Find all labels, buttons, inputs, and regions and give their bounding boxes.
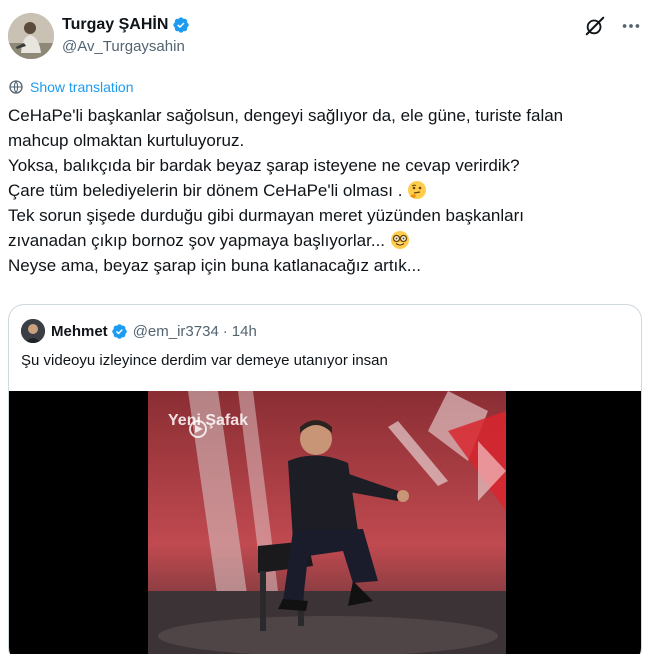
quoted-timestamp[interactable]: 14h (232, 323, 257, 340)
tweet-text: CeHaPe'li başkanlar sağolsun, dengeyi sa… (8, 103, 642, 278)
author-name[interactable]: Turgay ŞAHİN (62, 16, 168, 34)
tweet-line: mahcup olmaktan kurtuluyoruz. (8, 131, 245, 150)
tweet-header: Turgay ŞAHİN @Av_Turgaysahin (8, 13, 642, 63)
quoted-author-handle[interactable]: @em_ir3734 (133, 323, 219, 340)
video-thumbnail: Yeni Şafak (148, 391, 506, 654)
tweet-line: Çare tüm belediyelerin bir dönem CeHaPe'… (8, 178, 642, 203)
nerd-face-emoji (390, 231, 409, 249)
quoted-author-avatar[interactable] (21, 319, 45, 343)
author-avatar[interactable] (8, 13, 54, 59)
tweet-line: Yoksa, balıkçıda bir bardak beyaz şarap … (8, 156, 520, 175)
video-player[interactable]: Yeni Şafak (9, 391, 641, 654)
show-translation-label: Show translation (30, 79, 134, 95)
tweet-line-text: zıvanadan çıkıp bornoz şov yapmaya başlı… (8, 231, 386, 250)
thinking-face-emoji (408, 181, 427, 199)
show-translation-link[interactable]: Show translation (8, 79, 134, 95)
author-handle[interactable]: @Av_Turgaysahin (62, 38, 190, 55)
tweet-line: Neyse ama, beyaz şarap için buna katlana… (8, 256, 421, 275)
grok-icon[interactable] (584, 15, 606, 37)
quoted-text: Şu videoyu izleyince derdim var demeye u… (21, 352, 388, 369)
more-icon[interactable] (620, 15, 642, 37)
verified-badge-icon (173, 17, 190, 33)
quoted-author-name[interactable]: Mehmet (51, 323, 108, 340)
separator-dot: · (222, 322, 228, 340)
channel-logo-text: Yeni Şafak (168, 412, 248, 429)
quoted-tweet[interactable]: Mehmet @em_ir3734 · 14h Şu videoyu izley… (8, 304, 642, 654)
verified-badge-icon (111, 323, 127, 339)
tweet-line: Tek sorun şişede durduğu gibi durmayan m… (8, 206, 524, 225)
tweet-line: CeHaPe'li başkanlar sağolsun, dengeyi sa… (8, 106, 564, 125)
tweet-line-text: Çare tüm belediyelerin bir dönem CeHaPe'… (8, 181, 403, 200)
tweet-line: zıvanadan çıkıp bornoz şov yapmaya başlı… (8, 228, 642, 253)
globe-icon (9, 80, 23, 94)
